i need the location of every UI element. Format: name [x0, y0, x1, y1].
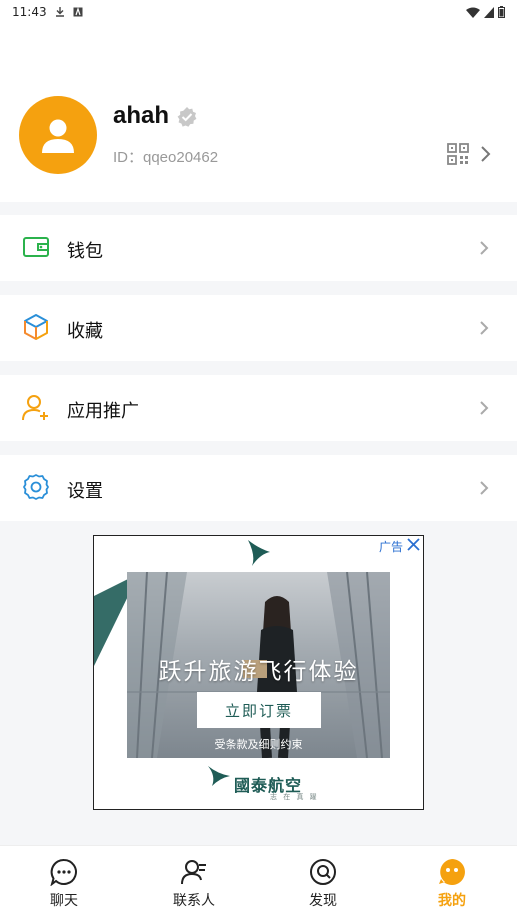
- signal-icon: [484, 6, 494, 18]
- discover-icon: [310, 859, 336, 885]
- ad-photo: 跃升旅游飞行体验 立即订票 受条款及细则约束: [127, 572, 390, 758]
- menu-item-label: 应用推广: [67, 401, 139, 422]
- wifi-icon: [466, 7, 480, 18]
- menu-item-settings[interactable]: 设置: [0, 455, 517, 521]
- wallet-icon: [23, 237, 49, 257]
- ad-terms: 受条款及细则约束: [214, 738, 303, 751]
- cathay-brush-wing-icon: [208, 766, 230, 786]
- contacts-icon: [181, 860, 206, 885]
- profile-header[interactable]: ahah ID：qqeo20462: [0, 24, 517, 202]
- chevron-right-icon: [480, 401, 489, 415]
- menu-item-label: 钱包: [67, 241, 103, 262]
- chevron-right-icon: [480, 321, 489, 335]
- tab-contacts[interactable]: 联系人: [144, 846, 244, 919]
- menu-item-wallet[interactable]: 钱包: [0, 215, 517, 281]
- chat-bubble-icon: [50, 858, 77, 886]
- book-now-button[interactable]: 立即订票: [197, 692, 321, 728]
- status-bar: 11:43: [0, 0, 517, 24]
- bottom-tab-bar: 聊天 联系人 发现 我的: [0, 845, 517, 919]
- menu-item-label: 设置: [67, 481, 103, 502]
- ad-label: 广告: [378, 540, 403, 554]
- cathay-wing-logo-icon: [248, 540, 270, 566]
- menu-item-favorites[interactable]: 收藏: [0, 295, 517, 361]
- menu-item-label: 收藏: [67, 321, 103, 342]
- tab-discover[interactable]: 发现: [273, 846, 373, 919]
- tab-label: 联系人: [173, 893, 215, 909]
- add-user-icon: [22, 395, 48, 421]
- verified-badge-icon: [177, 107, 197, 127]
- me-icon: [439, 859, 465, 885]
- download-icon: [55, 7, 64, 17]
- tab-chat[interactable]: 聊天: [14, 846, 114, 919]
- chevron-right-icon: [480, 481, 489, 495]
- username: ahah: [113, 102, 170, 129]
- battery-icon: [498, 6, 505, 18]
- tab-label: 我的: [438, 893, 466, 909]
- ad-slogan: 志 在 真 躍: [270, 793, 319, 801]
- advertisement-banner[interactable]: 广告 跃升旅游飞行体验 立即订票 受条款及细则约束 國泰航空 志 在 真 躍: [93, 535, 424, 810]
- tab-label: 聊天: [50, 893, 78, 909]
- menu-item-app-promotion[interactable]: 应用推广: [0, 375, 517, 441]
- tab-label: 发现: [309, 893, 337, 909]
- avatar[interactable]: [19, 96, 97, 174]
- notification-a-icon: [73, 7, 83, 17]
- ad-headline: 跃升旅游飞行体验: [158, 659, 359, 685]
- chevron-right-icon[interactable]: [478, 145, 492, 163]
- status-time: 11:43: [12, 5, 47, 19]
- favorites-cube-icon: [24, 314, 48, 340]
- chevron-right-icon: [480, 241, 489, 255]
- user-id: ID：qqeo20462: [113, 149, 219, 166]
- gear-icon: [23, 474, 49, 500]
- close-icon[interactable]: [407, 538, 420, 551]
- qr-code-icon[interactable]: [447, 143, 469, 165]
- user-silhouette-icon: [42, 119, 74, 153]
- tab-me[interactable]: 我的: [402, 846, 502, 919]
